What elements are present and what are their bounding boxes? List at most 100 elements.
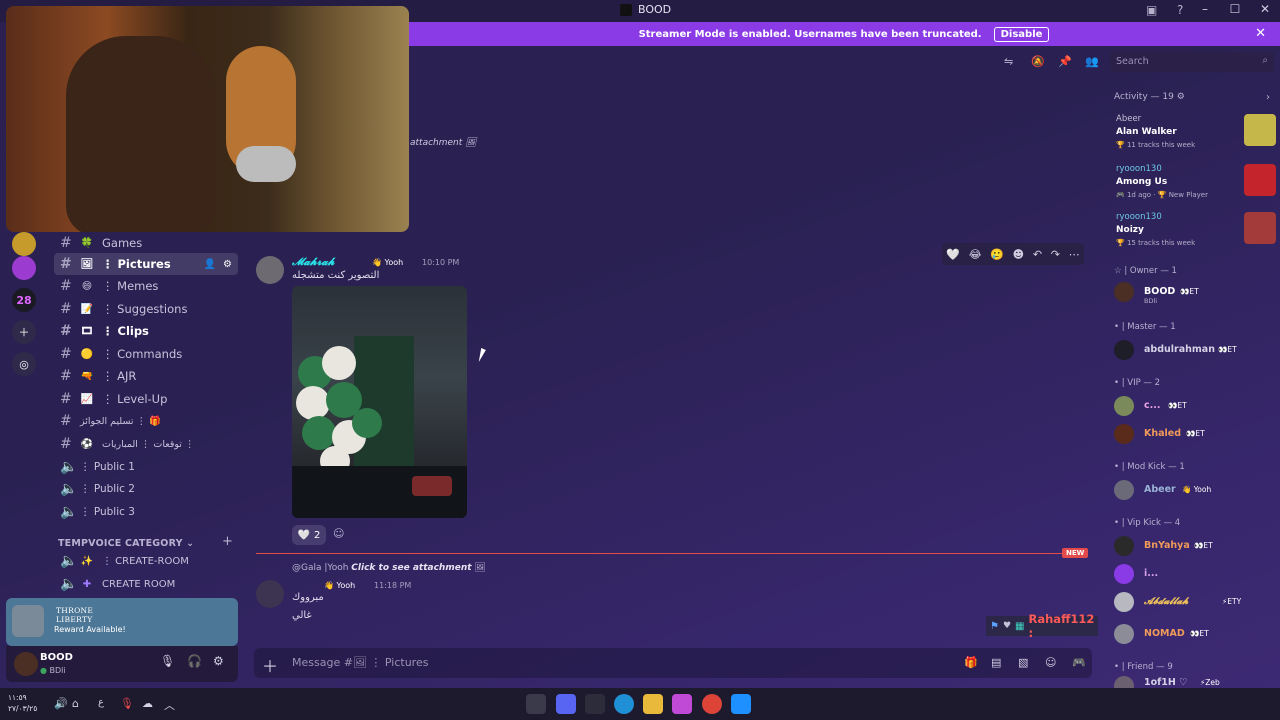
add-channel-icon[interactable]: + bbox=[222, 534, 233, 549]
app-icon-files[interactable] bbox=[643, 694, 663, 714]
reply-reference[interactable]: @Gala |Yooh Click to see attachment 🖼 bbox=[292, 563, 486, 573]
member-tag: 👀ET bbox=[1180, 287, 1199, 296]
network-icon[interactable]: ⌂ bbox=[72, 697, 79, 710]
help-icon[interactable]: ? bbox=[1177, 3, 1183, 17]
clock[interactable]: ١١:٥٩ ٢٧/٠٣/٢٥ bbox=[8, 692, 37, 714]
server-icon-28[interactable]: 28 bbox=[12, 288, 36, 312]
gift-icon[interactable]: 🎁 bbox=[964, 656, 978, 669]
add-reaction-icon[interactable]: ☺ bbox=[333, 527, 344, 540]
forward-icon[interactable]: ↷ bbox=[1051, 248, 1060, 261]
member-item[interactable]: abdulrahman 👀ET bbox=[1114, 340, 1278, 362]
activity-card[interactable]: Abeer Alan Walker 🏆 11 tracks this week bbox=[1114, 114, 1278, 160]
language-indicator[interactable]: ع bbox=[98, 697, 104, 708]
activity-card[interactable]: ryooon130 Noizy 🏆 15 tracks this week bbox=[1114, 212, 1278, 258]
channel-games[interactable]: # 🍀 Games bbox=[54, 232, 238, 254]
close-window-icon[interactable]: ✕ bbox=[1250, 2, 1280, 16]
reply-icon[interactable]: ↶ bbox=[1033, 248, 1042, 261]
server-icon-2[interactable] bbox=[12, 256, 36, 280]
channel-settings-icon[interactable]: ⚙ bbox=[223, 259, 232, 270]
mic-active-icon[interactable]: 🎙 bbox=[120, 697, 134, 710]
voice-create-room-1[interactable]: 🔈 ✨ ⋮ CREATE-ROOM bbox=[54, 550, 238, 572]
search-input[interactable]: Search ⌕ bbox=[1110, 52, 1274, 72]
add-server-icon[interactable]: ＋ bbox=[12, 320, 36, 344]
channel-ajr[interactable]: # 🔫 ⋮ AJR bbox=[54, 365, 238, 387]
smile-react-icon[interactable]: 🥲 bbox=[990, 248, 1004, 261]
member-item[interactable]: BnYahya 👀ET bbox=[1114, 536, 1278, 558]
app-icon-obs[interactable] bbox=[526, 694, 546, 714]
hash-icon: # bbox=[60, 256, 72, 272]
app-icon-discord[interactable] bbox=[556, 694, 576, 714]
message-author[interactable]: 𝓜𝓪𝓱𝓻𝓪𝓱 bbox=[292, 256, 334, 269]
pin-icon[interactable]: 📌 bbox=[1058, 55, 1072, 68]
heart-react-icon[interactable]: 🤍 bbox=[946, 248, 960, 261]
windows-start-icon[interactable] bbox=[731, 694, 751, 714]
add-reaction-icon[interactable]: ☻ bbox=[1013, 248, 1024, 261]
avatar bbox=[1114, 564, 1134, 584]
hash-icon: # bbox=[60, 368, 72, 384]
laugh-react-icon[interactable]: 😂 bbox=[969, 248, 982, 261]
threads-icon[interactable]: ⇋ bbox=[1004, 55, 1013, 68]
volume-icon[interactable]: 🔊 bbox=[54, 697, 68, 710]
emoji-icon[interactable]: ☺ bbox=[1045, 656, 1056, 669]
member-item[interactable]: NOMAD 👀ET bbox=[1114, 624, 1278, 646]
avatar[interactable] bbox=[14, 652, 38, 676]
maximize-icon[interactable]: ☐ bbox=[1220, 2, 1250, 16]
channel-predictions[interactable]: # ⚽ توقعات ⋮ المباريات ⋮ bbox=[54, 433, 238, 455]
discover-icon[interactable]: ◎ bbox=[12, 352, 36, 376]
minimize-icon[interactable]: – bbox=[1190, 2, 1220, 16]
channel-emoji: ✨ bbox=[80, 555, 94, 567]
channel-pictures[interactable]: # 🖼 ⋮ Pictures ⚙ 👤 bbox=[54, 253, 238, 275]
voice-create-room-2[interactable]: 🔈 ✚ CREATE ROOM bbox=[54, 573, 238, 595]
gif-icon[interactable]: ▤ bbox=[991, 656, 1001, 669]
apps-icon[interactable]: 🎮 bbox=[1072, 656, 1086, 669]
app-icon-terminal[interactable] bbox=[585, 694, 605, 714]
more-icon[interactable]: ⋯ bbox=[1069, 248, 1080, 261]
channel-suggestions[interactable]: # 📝 ⋮ Suggestions bbox=[54, 298, 238, 320]
channel-prizes[interactable]: # تسليم الجوائز ⋮ 🎁 bbox=[54, 410, 238, 432]
member-item[interactable]: 𝓐𝓫𝓭𝓾𝓵𝓵𝓪𝓱 ⚡ETY bbox=[1114, 592, 1278, 614]
server-icon-1[interactable] bbox=[12, 232, 36, 256]
disable-button[interactable]: Disable bbox=[993, 26, 1050, 42]
inbox-icon[interactable]: ▣ bbox=[1146, 3, 1157, 17]
image-attachment[interactable] bbox=[292, 286, 467, 518]
activity-card[interactable]: ryooon130 Among Us 🎮 1d ago · 🏆 New Play… bbox=[1114, 164, 1278, 210]
tempvoice-category[interactable]: TEMPVOICE CATEGORY ⌄ bbox=[58, 538, 194, 549]
app-icon-edge[interactable] bbox=[614, 694, 634, 714]
member-item[interactable]: BOOD 👀ET BDli bbox=[1114, 282, 1278, 305]
app-icon-copilot[interactable] bbox=[672, 694, 692, 714]
avatar[interactable] bbox=[256, 256, 284, 284]
channel-commands[interactable]: # 🟡 ⋮ Commands bbox=[54, 343, 238, 365]
attach-plus-icon[interactable]: ＋ bbox=[262, 653, 278, 677]
chevron-right-icon[interactable]: › bbox=[1266, 92, 1270, 103]
avatar[interactable] bbox=[256, 580, 284, 608]
user-settings-icon[interactable]: ⚙ bbox=[213, 654, 224, 668]
sticker-icon[interactable]: ▧ bbox=[1018, 656, 1028, 669]
new-badge: NEW bbox=[1062, 548, 1089, 558]
voice-public-2[interactable]: 🔈 ⋮ Public 2 bbox=[54, 478, 238, 500]
headphones-icon[interactable]: 🎧 bbox=[187, 654, 202, 668]
voice-public-1[interactable]: 🔈 ⋮ Public 1 bbox=[54, 456, 238, 478]
chevron-up-icon[interactable]: ︿ bbox=[164, 697, 175, 713]
app-icon-chrome[interactable] bbox=[702, 694, 722, 714]
member-item[interactable]: c... 👀ET bbox=[1114, 396, 1278, 418]
members-icon[interactable]: 👥 bbox=[1085, 55, 1099, 68]
member-item[interactable]: i... bbox=[1114, 564, 1278, 586]
close-banner-icon[interactable]: ✕ bbox=[1255, 26, 1266, 41]
mic-icon[interactable]: 🎙 bbox=[160, 654, 175, 668]
invite-icon[interactable]: 👤 bbox=[204, 259, 216, 270]
member-item[interactable]: Abeer 👋 Yooh bbox=[1114, 480, 1278, 502]
cloud-icon[interactable]: ☁ bbox=[142, 697, 153, 710]
message-composer[interactable]: ＋ Message #🖼 ⋮ Pictures 🎁 ▤ ▧ ☺ 🎮 bbox=[254, 648, 1092, 678]
voice-public-3[interactable]: 🔈 ⋮ Public 3 bbox=[54, 501, 238, 523]
reward-card[interactable]: THRONE LIBERTY Reward Available! bbox=[6, 598, 238, 646]
member-item[interactable]: Khaled 👀ET bbox=[1114, 424, 1278, 446]
channel-memes[interactable]: # 😄 ⋮ Memes bbox=[54, 275, 238, 297]
avatar bbox=[1114, 396, 1134, 416]
channel-level-up[interactable]: # 📈 ⋮ Level-Up bbox=[54, 388, 238, 410]
activity-header[interactable]: Activity — 19 ⚙ bbox=[1114, 92, 1185, 102]
reaction-heart[interactable]: 🤍 2 bbox=[292, 525, 326, 545]
channel-clips[interactable]: # 🎞 ⋮ Clips bbox=[54, 320, 238, 342]
attachment-fragment[interactable]: attachment 🖼 bbox=[410, 138, 477, 148]
member-item[interactable]: 1of1H ♡ ⚡Zeb bbox=[1114, 676, 1278, 688]
notifications-icon[interactable]: 🔕 bbox=[1031, 55, 1045, 68]
